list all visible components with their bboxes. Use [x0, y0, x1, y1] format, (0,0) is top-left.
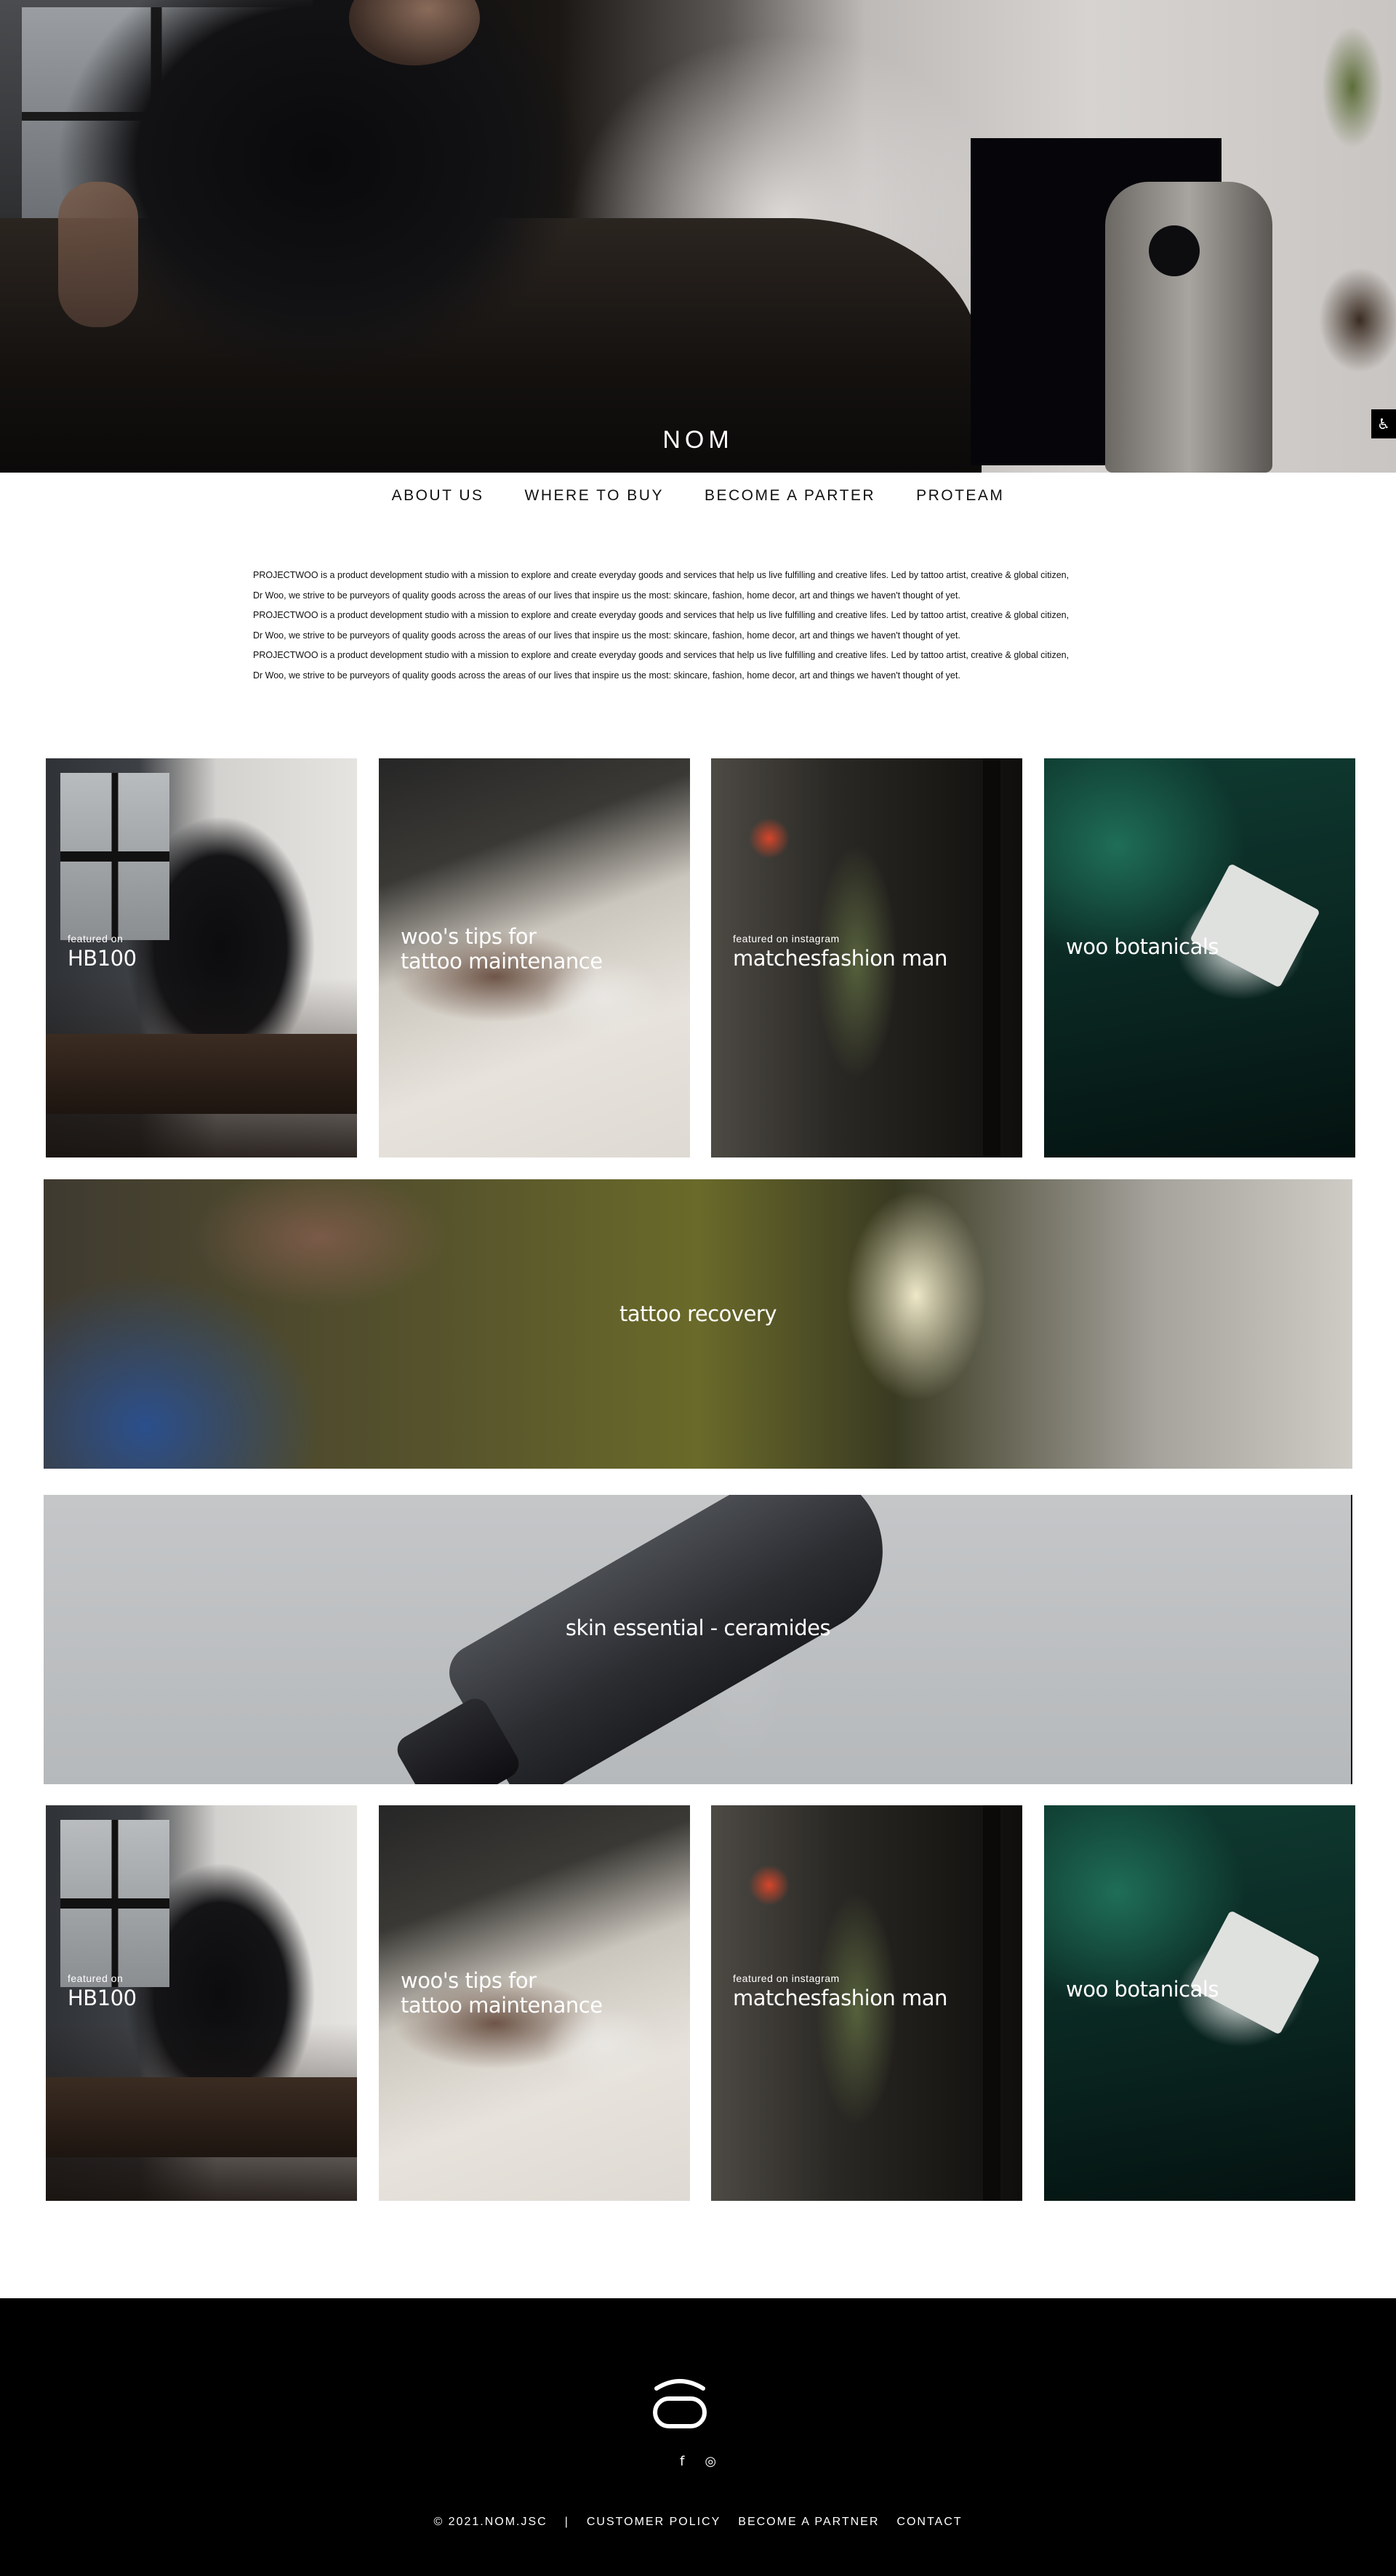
nav-become-a-partner[interactable]: BECOME A PARTER [705, 487, 875, 505]
hero-image: NOM [0, 0, 1396, 473]
nav-proteam[interactable]: PROTEAM [916, 487, 1004, 505]
copyright-text: © 2021.NOM.JSC [433, 2516, 547, 2528]
tile-matchesfashion[interactable]: featured on instagram matchesfashion man [711, 758, 1022, 1157]
footer-links: © 2021.NOM.JSC | CUSTOMER POLICY BECOME … [0, 2516, 1396, 2529]
hero-plant [1301, 0, 1396, 407]
banner-tattoo-recovery[interactable]: tattoo recovery [44, 1179, 1352, 1469]
intro-line: PROJECTWOO is a product development stud… [253, 650, 1070, 660]
tile-woo-tips[interactable]: woo's tips for tattoo maintenance [379, 758, 690, 1157]
tile-hb100[interactable]: featured on HB100 [46, 1805, 357, 2201]
tile-kicker: featured on instagram [733, 1973, 840, 1984]
tile-kicker: featured on instagram [733, 933, 840, 944]
tile-woo-botanicals[interactable]: woo botanicals [1044, 758, 1355, 1157]
main-nav: ABOUT US WHERE TO BUY BECOME A PARTER PR… [0, 474, 1396, 518]
banner-skin-essential[interactable]: skin essential - ceramides [44, 1495, 1352, 1784]
hero-hand [58, 182, 138, 327]
tile-kicker: featured on [68, 933, 124, 944]
intro-line: Dr Woo, we strive to be purveyors of qua… [253, 590, 960, 601]
accessibility-icon[interactable]: ♿ [1371, 409, 1396, 438]
brand-logo-text[interactable]: NOM [0, 426, 1396, 454]
tile-kicker: featured on [68, 1973, 124, 1984]
social-links: f ◎ [0, 2454, 1396, 2469]
banner-title: skin essential - ceramides [565, 1616, 831, 1640]
footer-link-contact[interactable]: CONTACT [896, 2516, 962, 2529]
brand-mark-icon[interactable] [651, 2374, 709, 2432]
tile-hb100[interactable]: featured on HB100 [46, 758, 357, 1157]
tile-woo-tips[interactable]: woo's tips for tattoo maintenance [379, 1805, 690, 2201]
intro-line: PROJECTWOO is a product development stud… [253, 610, 1070, 620]
footer-link-customer-policy[interactable]: CUSTOMER POLICY [587, 2516, 721, 2529]
footer-separator: | [564, 2516, 569, 2528]
site-footer: f ◎ © 2021.NOM.JSC | CUSTOMER POLICY BEC… [0, 2298, 1396, 2576]
tile-title: woo botanicals [1066, 1977, 1219, 2002]
tile-title: HB100 [68, 1986, 137, 2010]
instagram-icon[interactable]: ◎ [705, 2454, 716, 2469]
tile-title: woo's tips for tattoo maintenance [401, 1968, 603, 2018]
tile-title: matchesfashion man [733, 946, 947, 971]
nav-where-to-buy[interactable]: WHERE TO BUY [525, 487, 664, 505]
nav-about-us[interactable]: ABOUT US [392, 487, 484, 505]
intro-line: Dr Woo, we strive to be purveyors of qua… [253, 670, 960, 681]
banner-title: tattoo recovery [619, 1301, 777, 1326]
tile-matchesfashion[interactable]: featured on instagram matchesfashion man [711, 1805, 1022, 2201]
footer-link-become-a-partner[interactable]: BECOME A PARTNER [738, 2516, 879, 2529]
tile-title: HB100 [68, 946, 137, 971]
facebook-icon[interactable]: f [680, 2454, 684, 2469]
intro-text: PROJECTWOO is a product development stud… [253, 566, 1169, 686]
intro-line: Dr Woo, we strive to be purveyors of qua… [253, 630, 960, 641]
tile-woo-botanicals[interactable]: woo botanicals [1044, 1805, 1355, 2201]
tile-title: woo botanicals [1066, 934, 1219, 959]
tile-title: matchesfashion man [733, 1986, 947, 2010]
tile-title: woo's tips for tattoo maintenance [401, 924, 603, 974]
intro-line: PROJECTWOO is a product development stud… [253, 570, 1070, 580]
